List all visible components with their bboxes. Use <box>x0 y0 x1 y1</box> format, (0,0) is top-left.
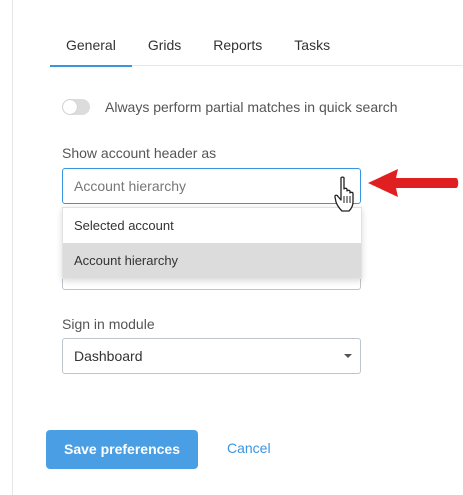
save-preferences-button[interactable]: Save preferences <box>46 430 198 469</box>
quick-search-toggle[interactable] <box>62 99 90 115</box>
cancel-link[interactable]: Cancel <box>227 440 271 456</box>
quick-search-setting: Always perform partial matches in quick … <box>62 99 398 115</box>
tab-general[interactable]: General <box>50 26 132 67</box>
account-header-dropdown: Selected account Account hierarchy <box>62 207 362 279</box>
tab-grids[interactable]: Grids <box>132 26 197 66</box>
account-header-label: Show account header as <box>62 145 217 161</box>
red-arrow-icon <box>368 169 459 197</box>
toggle-knob <box>63 100 77 114</box>
option-selected-account[interactable]: Selected account <box>63 208 361 243</box>
chevron-down-icon <box>344 354 352 358</box>
account-header-select[interactable]: Account hierarchy <box>62 168 361 204</box>
tab-reports[interactable]: Reports <box>197 26 278 66</box>
quick-search-label: Always perform partial matches in quick … <box>105 99 398 115</box>
preferences-tabs: General Grids Reports Tasks <box>50 26 463 67</box>
panel-left-border <box>12 0 13 495</box>
account-header-value: Account hierarchy <box>74 178 187 194</box>
sign-in-module-label: Sign in module <box>62 316 155 332</box>
option-account-hierarchy[interactable]: Account hierarchy <box>63 243 361 278</box>
sign-in-module-value: Dashboard <box>74 348 143 364</box>
hand-pointer-icon <box>334 176 354 212</box>
sign-in-module-select[interactable]: Dashboard <box>62 338 361 374</box>
tab-tasks[interactable]: Tasks <box>278 26 346 66</box>
